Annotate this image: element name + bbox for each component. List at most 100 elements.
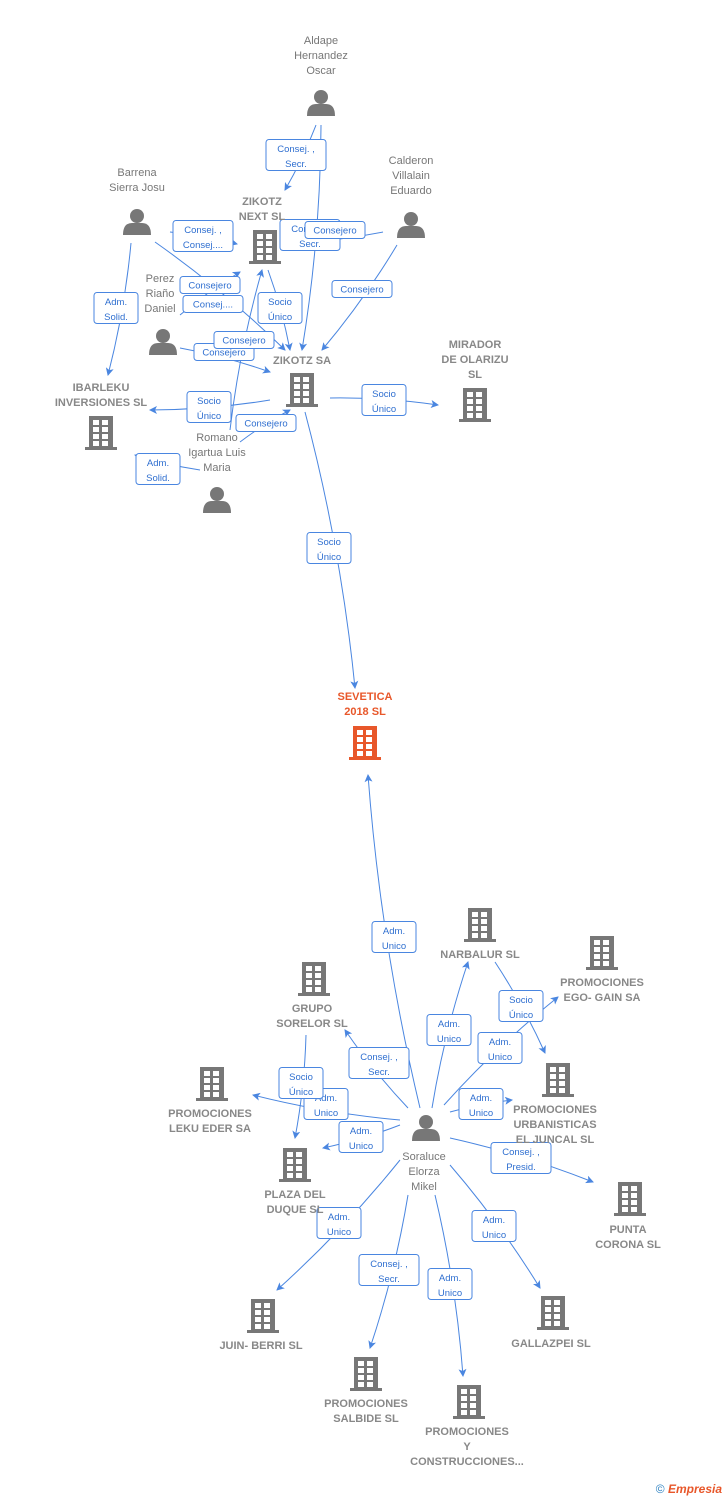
edge-label[interactable]: Adm. Solid. <box>93 292 139 324</box>
edge-label[interactable]: Adm. Solid. <box>135 453 181 485</box>
node-punta-corona[interactable]: PUNTA CORONA SL <box>595 1182 661 1251</box>
edge-label[interactable]: Socio Único <box>278 1067 324 1099</box>
node-label: IBARLEKU <box>73 382 130 394</box>
node-label: Riaño <box>146 288 175 300</box>
edge-label-text: Consejero <box>244 419 287 430</box>
edge-label[interactable]: Socio Único <box>257 292 303 324</box>
edge-label[interactable]: Adm. Unico <box>426 1014 472 1046</box>
node-ego-gain[interactable]: PROMOCIONES EGO- GAIN SA <box>560 936 644 1004</box>
node-ibarleku[interactable]: IBARLEKU INVERSIONES SL <box>55 382 148 450</box>
node-label: NARBALUR SL <box>440 949 520 961</box>
edge-label[interactable]: Consej. , Secr. <box>265 139 327 171</box>
building-icon <box>249 230 281 264</box>
edge-label[interactable]: Consejero <box>235 414 297 432</box>
edge-label-text: Consejero <box>202 348 245 359</box>
edge-label[interactable]: Socio Único <box>498 990 544 1022</box>
node-label: CONSTRUCCIONES... <box>410 1456 524 1468</box>
building-icon <box>298 962 330 996</box>
node-label: JUIN- BERRI SL <box>219 1340 302 1352</box>
edge-label[interactable]: Adm. Unico <box>458 1088 504 1120</box>
edge-label-text: Consej. , <box>502 1147 540 1158</box>
brand-logo: Empresia <box>667 1482 722 1496</box>
node-label: Sierra Josu <box>109 182 165 194</box>
node-narbalur[interactable]: NARBALUR SL <box>440 908 520 961</box>
node-construcciones[interactable]: PROMOCIONES Y CONSTRUCCIONES... <box>410 1385 524 1468</box>
node-sevetica[interactable]: SEVETICA 2018 SL <box>337 691 393 760</box>
edge-label[interactable]: Consejero <box>331 280 393 298</box>
edge-label[interactable]: Consejero <box>179 276 241 294</box>
edges-layer <box>105 124 594 1377</box>
edge-label[interactable]: Adm. Unico <box>477 1032 523 1064</box>
node-label: PROMOCIONES <box>425 1426 509 1438</box>
node-label: Oscar <box>306 65 336 77</box>
node-label: Y <box>463 1441 471 1453</box>
edge-label[interactable]: Consejero <box>213 331 275 349</box>
node-label: PROMOCIONES <box>168 1108 252 1120</box>
edge-label-text: Unico <box>488 1052 512 1063</box>
node-mirador[interactable]: MIRADOR DE OLARIZU SL <box>441 339 509 422</box>
edge-label-text: Adm. <box>438 1019 460 1030</box>
node-label: DUQUE SL <box>267 1204 324 1216</box>
edge-label-text: Secr. <box>378 1274 400 1285</box>
edge-label-text: Consej. , <box>360 1052 398 1063</box>
edge-label[interactable]: Adm. Unico <box>471 1210 517 1242</box>
node-label: Aldape <box>304 35 338 47</box>
edge-label[interactable]: Consej.... <box>182 295 244 313</box>
edge-label[interactable]: Socio Único <box>361 384 407 416</box>
node-barrena[interactable]: Barrena Sierra Josu <box>109 167 165 235</box>
node-juin-berri[interactable]: JUIN- BERRI SL <box>219 1299 303 1352</box>
building-icon <box>453 1385 485 1419</box>
edge-label[interactable]: Consej. , Secr. <box>358 1254 420 1286</box>
node-calderon[interactable]: Calderon Villalain Eduardo <box>389 155 434 238</box>
node-label: Elorza <box>408 1166 440 1178</box>
edge-label[interactable]: Consejero <box>304 221 366 239</box>
node-label: Barrena <box>117 167 157 179</box>
edge-label[interactable]: Consej. , Consej.... <box>172 220 234 252</box>
node-label: URBANISTICAS <box>513 1119 596 1131</box>
edge-label[interactable]: Adm. Unico <box>338 1121 384 1153</box>
node-label: ZIKOTZ <box>242 196 282 208</box>
nodes-layer: Aldape Hernandez Oscar Barrena Sierra Josu Ca… <box>55 35 661 1468</box>
edge-label[interactable]: Adm. Unico <box>316 1207 362 1239</box>
building-icon <box>247 1299 279 1333</box>
network-diagram: Consej. ,Secr.Consej. ,Secr.Consej. ,Con… <box>55 35 661 1468</box>
node-romano[interactable]: Romano Igartua Luis Maria <box>188 432 246 513</box>
edge-label[interactable]: Adm. Unico <box>371 921 417 953</box>
node-label: LEKU EDER SA <box>169 1123 251 1135</box>
edge-label-text: Solid. <box>146 473 170 484</box>
node-leku-eder[interactable]: PROMOCIONES LEKU EDER SA <box>168 1067 252 1135</box>
edge-label[interactable]: Adm. Unico <box>427 1268 473 1300</box>
node-gallazpei[interactable]: GALLAZPEI SL <box>511 1296 591 1350</box>
node-perez[interactable]: Perez Riaño Daniel <box>144 273 177 355</box>
edge-label[interactable]: Consej. , Secr. <box>348 1047 410 1079</box>
node-label: Hernandez <box>294 50 348 62</box>
building-icon <box>459 388 491 422</box>
edge-label-text: Socio <box>197 396 221 407</box>
person-icon <box>412 1115 440 1141</box>
edge-label-text: Unico <box>314 1108 338 1119</box>
edge-label-text: Adm. <box>105 297 127 308</box>
edge-label-text: Adm. <box>350 1126 372 1137</box>
node-label: DE OLARIZU <box>441 354 508 366</box>
edge-label-text: Único <box>197 411 221 422</box>
edge-label[interactable]: Socio Único <box>186 391 232 423</box>
edge-label-text: Unico <box>438 1288 462 1299</box>
node-aldape[interactable]: Aldape Hernandez Oscar <box>294 35 348 116</box>
node-zikotz-sa[interactable]: ZIKOTZ SA <box>273 355 331 407</box>
node-label: NEXT SL <box>239 211 286 223</box>
node-label: GRUPO <box>292 1003 333 1015</box>
node-juncal[interactable]: PROMOCIONES URBANISTICAS EL JUNCAL SL <box>513 1063 597 1146</box>
edge-label[interactable]: Consej. , Presid. <box>490 1142 552 1174</box>
node-label: INVERSIONES SL <box>55 397 148 409</box>
node-salbide[interactable]: PROMOCIONES SALBIDE SL <box>324 1357 408 1425</box>
edge-label-text: Unico <box>349 1141 373 1152</box>
node-label: PROMOCIONES <box>513 1104 597 1116</box>
edge-label-text: Consejero <box>222 336 265 347</box>
edge-label-text: Único <box>268 312 292 323</box>
node-soraluce[interactable]: Soraluce Elorza Mikel <box>402 1115 446 1193</box>
node-grupo-sorelor[interactable]: GRUPO SORELOR SL <box>276 962 348 1030</box>
edge-label[interactable]: Socio Único <box>306 532 352 564</box>
node-zikotz-next[interactable]: ZIKOTZ NEXT SL <box>239 196 286 264</box>
node-plaza-duque[interactable]: PLAZA DEL DUQUE SL <box>264 1148 326 1216</box>
node-label: Igartua Luis <box>188 447 246 459</box>
